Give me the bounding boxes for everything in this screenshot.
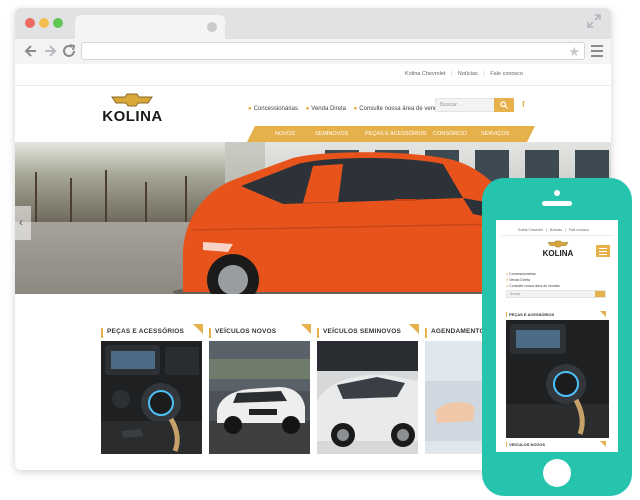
browser-tab[interactable] bbox=[75, 15, 225, 39]
section-veiculos-novos[interactable]: VEÍCULOS NOVOS bbox=[209, 324, 319, 459]
mobile-top-link-noticias[interactable]: Notícias bbox=[550, 228, 562, 232]
mobile-website: Kolina Chevrolet | Notícias | Fale conos… bbox=[496, 220, 618, 452]
top-link-noticias[interactable]: Notícias bbox=[458, 71, 478, 77]
main-nav: NOVOS SEMINOVOS PEÇAS E ACESSÓRIOS CONSÓ… bbox=[247, 126, 535, 142]
search-icon bbox=[500, 101, 508, 109]
hero-prev-arrow[interactable]: ‹ bbox=[15, 206, 31, 240]
close-window-button[interactable] bbox=[25, 18, 35, 28]
mobile-top-links: Kolina Chevrolet | Notícias | Fale conos… bbox=[518, 228, 589, 232]
mobile-search-placeholder: Buscar bbox=[510, 292, 521, 296]
phone-speaker bbox=[542, 201, 572, 206]
facebook-icon[interactable]: f bbox=[522, 100, 525, 109]
mobile-search-input[interactable]: Buscar bbox=[506, 290, 606, 298]
chevrolet-bowtie-icon bbox=[547, 240, 569, 248]
mockup-stage: ★ Kolina Chevrolet | Notícias | Fale con… bbox=[0, 0, 640, 500]
phone-home-button[interactable] bbox=[543, 459, 571, 487]
search-button[interactable] bbox=[494, 98, 514, 112]
white-sedan-image bbox=[317, 341, 418, 454]
mobile-quick-links: ●Concessionárias ●Venda Direta ●Consulte… bbox=[506, 271, 560, 289]
browser-menu-icon[interactable] bbox=[591, 45, 603, 57]
browser-chrome: ★ bbox=[15, 8, 611, 64]
section-title: VEÍCULOS SEMINOVOS bbox=[317, 328, 401, 338]
nav-novos[interactable]: NOVOS bbox=[275, 131, 295, 137]
dashboard-console-image bbox=[101, 341, 202, 454]
logo-text: KOLINA bbox=[102, 108, 163, 125]
mobile-section-veiculos-novos[interactable]: VEÍCULOS NOVOS bbox=[506, 442, 545, 447]
section-title: PEÇAS E ACESSÓRIOS bbox=[101, 328, 184, 338]
chevrolet-bowtie-icon bbox=[111, 93, 153, 107]
nav-consorcio[interactable]: CONSÓRCIO bbox=[433, 131, 467, 137]
reload-icon[interactable] bbox=[61, 43, 77, 59]
phone-camera bbox=[554, 190, 560, 196]
address-bar[interactable]: ★ bbox=[81, 42, 585, 60]
section-veiculos-seminovos[interactable]: VEÍCULOS SEMINOVOS bbox=[317, 324, 427, 459]
mobile-logo-text: KOLINA bbox=[542, 249, 574, 258]
mobile-section-pecas[interactable]: PEÇAS E ACESSÓRIOS bbox=[506, 312, 554, 317]
top-link-kolina-chevrolet[interactable]: Kolina Chevrolet bbox=[405, 71, 445, 77]
back-arrow-icon[interactable] bbox=[23, 43, 39, 59]
nav-servicos[interactable]: SERVIÇOS bbox=[481, 131, 509, 137]
top-link-fale-conosco[interactable]: Fale conosco bbox=[490, 71, 523, 77]
fullscreen-icon[interactable] bbox=[587, 14, 601, 28]
section-pecas-acessorios[interactable]: PEÇAS E ACESSÓRIOS bbox=[101, 324, 211, 459]
quick-link-venda-direta[interactable]: ● Venda Direta bbox=[306, 106, 346, 112]
mobile-menu-button[interactable] bbox=[596, 245, 610, 257]
section-title: VEÍCULOS NOVOS bbox=[209, 328, 276, 338]
mobile-link-area-vendas[interactable]: ●Consulte nossa área de vendas bbox=[506, 283, 560, 289]
hero-pagination bbox=[308, 285, 322, 294]
quick-link-concessionarias[interactable]: ● Concessionárias bbox=[248, 106, 298, 112]
top-links: Kolina Chevrolet | Notícias | Fale conos… bbox=[405, 71, 523, 77]
search-placeholder: Buscar bbox=[440, 102, 458, 108]
nav-pecas-acessorios[interactable]: PEÇAS E ACESSÓRIOS bbox=[365, 131, 426, 137]
search-input[interactable]: Buscar bbox=[435, 98, 514, 112]
phone-device: Kolina Chevrolet | Notícias | Fale conos… bbox=[482, 178, 632, 496]
nav-seminovos[interactable]: SEMINOVOS bbox=[315, 131, 348, 137]
bookmark-star-icon[interactable]: ★ bbox=[568, 43, 580, 60]
mobile-search-button[interactable] bbox=[595, 291, 605, 297]
mobile-logo[interactable]: KOLINA bbox=[538, 240, 578, 260]
maximize-window-button[interactable] bbox=[53, 18, 63, 28]
quick-link-area-vendas[interactable]: ● Consulte nossa área de vendas bbox=[354, 106, 444, 112]
tab-close-icon[interactable] bbox=[207, 22, 217, 32]
forward-arrow-icon[interactable] bbox=[42, 43, 58, 59]
minimize-window-button[interactable] bbox=[39, 18, 49, 28]
mobile-top-link-kolina[interactable]: Kolina Chevrolet bbox=[518, 228, 543, 232]
site-header: KOLINA ● Concessionárias ● Venda Direta ● C… bbox=[15, 86, 611, 130]
mobile-dashboard-image bbox=[506, 320, 609, 438]
quick-links: ● Concessionárias ● Venda Direta ● Consulte… bbox=[248, 106, 450, 112]
site-topbar: Kolina Chevrolet | Notícias | Fale conos… bbox=[15, 64, 611, 86]
kolina-logo[interactable]: KOLINA bbox=[100, 93, 165, 125]
browser-toolbar: ★ bbox=[15, 39, 611, 64]
mobile-top-link-fale[interactable]: Fale conosco bbox=[569, 228, 589, 232]
white-camaro-image bbox=[209, 341, 310, 454]
